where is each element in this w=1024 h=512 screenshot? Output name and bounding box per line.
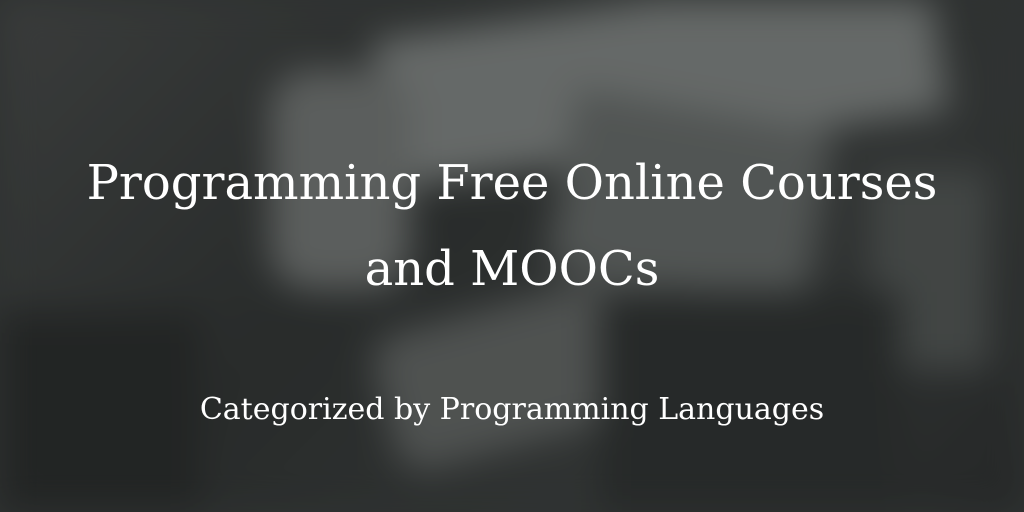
page-title: Programming Free Online Courses and MOOC… <box>0 140 1024 312</box>
title-line-2: and MOOCs <box>364 241 660 297</box>
subtitle: Categorized by Programming Languages <box>199 392 825 427</box>
title-line-1: Programming Free Online Courses <box>86 155 938 211</box>
